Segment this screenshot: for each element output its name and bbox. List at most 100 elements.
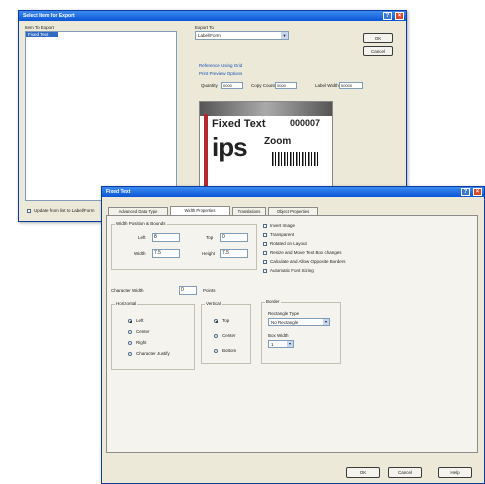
list-item-label: Fixed Text	[28, 32, 49, 37]
properties-dialog: Fixed Text ? × Advanced Data Type Width …	[101, 186, 485, 484]
box-width-value: 1	[271, 342, 274, 347]
vertical-group-label: Vertical	[205, 301, 222, 306]
vertical-top-radio[interactable]	[214, 319, 218, 323]
rotated-label: Rotated on Layout	[270, 241, 307, 246]
label-preview: Fixed Text 000007 ips Zoom	[199, 101, 333, 189]
preview-logo: ips	[212, 132, 248, 162]
label-width-label: Label Width	[315, 83, 339, 88]
ok-button[interactable]: OK	[346, 467, 380, 478]
vertical-center-radio[interactable]	[214, 334, 218, 338]
copy-count-field[interactable]: 0000	[275, 82, 297, 89]
horizontal-right-radio[interactable]	[128, 341, 132, 345]
opposite-borders-label: Calculate and Allow Opposite Borders	[270, 259, 346, 264]
char-width-input[interactable]: 0	[179, 286, 197, 295]
height-input[interactable]: 7.5	[220, 249, 248, 258]
export-to-select[interactable]: Label/Form ▼	[195, 31, 289, 40]
preview-sub: Zoom	[264, 136, 292, 147]
tab-label: Width Properties	[184, 208, 216, 213]
horizontal-justify-label: Character Justify	[136, 351, 170, 356]
help-icon[interactable]: ?	[461, 188, 470, 196]
invert-image-checkbox[interactable]	[263, 224, 267, 228]
tab-label: Object Properties	[276, 209, 310, 214]
transparent-checkbox[interactable]	[263, 233, 267, 237]
height-value: 7.5	[222, 250, 229, 256]
export-to-label: Export To	[195, 25, 214, 30]
rect-type-label: Rectangle Type	[268, 311, 300, 316]
border-group: Border Rectangle Type No Rectangle ▼ Box…	[261, 299, 341, 364]
tab-advanced-data-type[interactable]: Advanced Data Type	[108, 207, 168, 215]
tab-object-properties[interactable]: Object Properties	[268, 207, 318, 215]
quantity-field[interactable]: 0000	[221, 82, 243, 89]
horizontal-center-label: Center	[136, 329, 150, 334]
label-width-value: 00000	[341, 83, 353, 88]
top-input[interactable]: 0	[220, 233, 248, 242]
width-input[interactable]: 7.5	[152, 249, 180, 258]
dropdown-arrow-icon: ▼	[281, 32, 288, 39]
horizontal-group: Horizontal Left Center Right Character J…	[111, 301, 195, 370]
tab-label: Advanced Data Type	[118, 209, 158, 214]
dropdown-arrow-icon: ▼	[287, 341, 293, 347]
label-width-field[interactable]: 00000	[339, 82, 363, 89]
quantity-value: 0000	[223, 83, 232, 88]
properties-dialog-title: Fixed Text	[106, 189, 131, 195]
resize-move-label: Resize and Move Text Box changes	[270, 250, 342, 255]
tab-translations[interactable]: Translations	[232, 207, 266, 215]
char-width-value: 0	[181, 287, 184, 293]
preview-red-stripe	[204, 114, 208, 188]
vertical-group: Vertical Top Center Bottom	[201, 301, 251, 364]
vertical-bottom-label: Bottom	[222, 348, 237, 353]
copy-count-value: 0000	[277, 83, 286, 88]
horizontal-justify-radio[interactable]	[128, 352, 132, 356]
preview-code: 000007	[290, 118, 321, 128]
horizontal-group-label: Horizontal	[115, 301, 138, 306]
barcode-icon	[272, 152, 318, 166]
position-group-label: Width Position & Bounds	[115, 221, 167, 226]
rect-type-select[interactable]: No Rectangle ▼	[268, 318, 330, 326]
rotated-checkbox[interactable]	[263, 242, 267, 246]
dropdown-arrow-icon: ▼	[323, 319, 329, 325]
rect-type-value: No Rectangle	[271, 320, 299, 325]
cancel-button[interactable]: Cancel	[388, 467, 422, 478]
height-label: Height	[202, 251, 216, 256]
update-checkbox-label: Update from list to Label/Form	[34, 208, 95, 213]
close-icon[interactable]: ×	[395, 12, 404, 20]
box-width-label: Box Width	[268, 333, 289, 338]
preview-dark-band	[200, 102, 332, 116]
update-checkbox[interactable]	[27, 209, 31, 213]
close-icon[interactable]: ×	[473, 188, 482, 196]
horizontal-left-radio[interactable]	[128, 319, 132, 323]
left-input[interactable]: 8	[152, 233, 180, 242]
cancel-button[interactable]: Cancel	[363, 46, 393, 56]
auto-font-checkbox[interactable]	[263, 269, 267, 273]
preview-text: Fixed Text	[212, 118, 266, 130]
vertical-center-label: Center	[222, 333, 236, 338]
ok-button[interactable]: OK	[363, 33, 393, 43]
list-item[interactable]: Fixed Text	[26, 32, 58, 37]
left-label: Left	[138, 235, 146, 240]
box-width-select[interactable]: 1 ▼	[268, 340, 294, 348]
resize-move-checkbox[interactable]	[263, 251, 267, 255]
width-value: 7.5	[154, 250, 161, 256]
help-icon[interactable]: ?	[383, 12, 392, 20]
copy-count-label: Copy Count	[251, 83, 275, 88]
vertical-top-label: Top	[222, 318, 230, 323]
position-group: Width Position & Bounds Left 8 Top 0 Wid…	[111, 221, 257, 270]
horizontal-left-label: Left	[136, 318, 144, 323]
char-width-label: Character Width	[111, 288, 144, 293]
reference-link[interactable]: Reference Using Grid	[199, 63, 242, 68]
help-button[interactable]: Help	[438, 467, 472, 478]
item-list[interactable]: Fixed Text	[25, 31, 177, 201]
preview-options-link[interactable]: Print Preview Options	[199, 71, 242, 76]
horizontal-center-radio[interactable]	[128, 330, 132, 334]
width-label: Width	[134, 251, 146, 256]
left-value: 8	[154, 234, 157, 240]
opposite-borders-checkbox[interactable]	[263, 260, 267, 264]
vertical-bottom-radio[interactable]	[214, 349, 218, 353]
properties-dialog-titlebar: Fixed Text	[102, 187, 484, 197]
tab-panel: Width Position & Bounds Left 8 Top 0 Wid…	[106, 215, 478, 453]
item-list-label: Item To Export	[25, 25, 54, 30]
quantity-label: Quantity	[201, 83, 218, 88]
border-group-label: Border	[265, 299, 281, 304]
char-width-unit: Points	[203, 288, 216, 293]
export-to-value: Label/Form	[198, 33, 221, 38]
